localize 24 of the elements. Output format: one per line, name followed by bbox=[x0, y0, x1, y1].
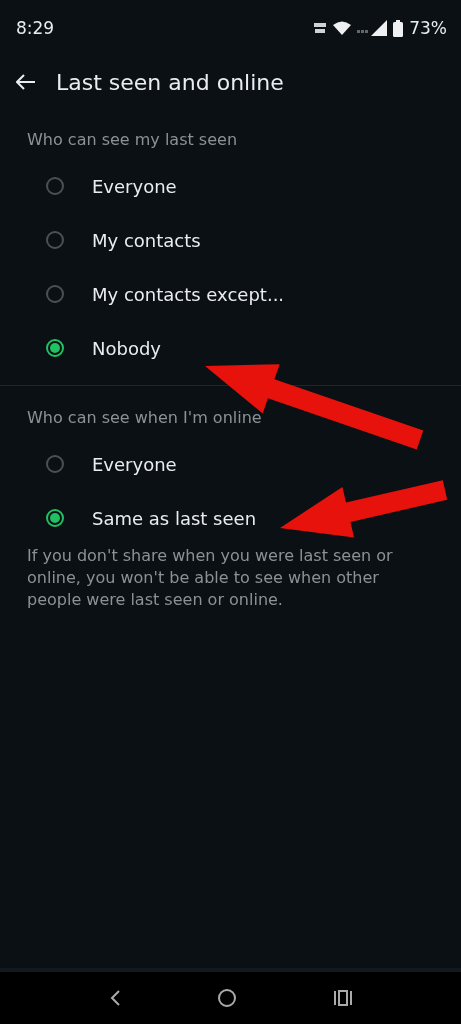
radio-button[interactable] bbox=[46, 509, 64, 527]
option-label[interactable]: Nobody bbox=[92, 337, 161, 359]
page-title: Last seen and online bbox=[56, 69, 284, 95]
option-label[interactable]: My contacts except... bbox=[92, 283, 285, 305]
radio-button[interactable] bbox=[46, 339, 64, 357]
option-label[interactable]: Everyone bbox=[92, 175, 177, 197]
option-label[interactable]: Everyone bbox=[92, 453, 177, 475]
privacy-note: If you don't share when you were last seen or online, you won't be able to see when other people were last seen or online. bbox=[26, 545, 394, 611]
option-label[interactable]: Same as last seen bbox=[92, 507, 257, 529]
status-time: 8:29 bbox=[16, 18, 55, 38]
section-heading: Who can see when I'm online bbox=[26, 407, 263, 429]
wifi-icon bbox=[333, 21, 352, 35]
radio-button[interactable] bbox=[46, 455, 64, 473]
radio-button[interactable] bbox=[46, 177, 64, 195]
back-icon[interactable] bbox=[16, 74, 36, 90]
battery-icon bbox=[393, 19, 404, 37]
signal-icon bbox=[357, 20, 388, 36]
radio-button[interactable] bbox=[46, 231, 64, 249]
section-heading: Who can see my last seen bbox=[26, 129, 239, 151]
option-label[interactable]: My contacts bbox=[92, 229, 201, 251]
battery-percent: 73% bbox=[409, 18, 447, 38]
home-icon[interactable] bbox=[217, 988, 238, 1008]
radio-button[interactable] bbox=[46, 285, 64, 303]
recents-icon[interactable] bbox=[333, 990, 354, 1006]
